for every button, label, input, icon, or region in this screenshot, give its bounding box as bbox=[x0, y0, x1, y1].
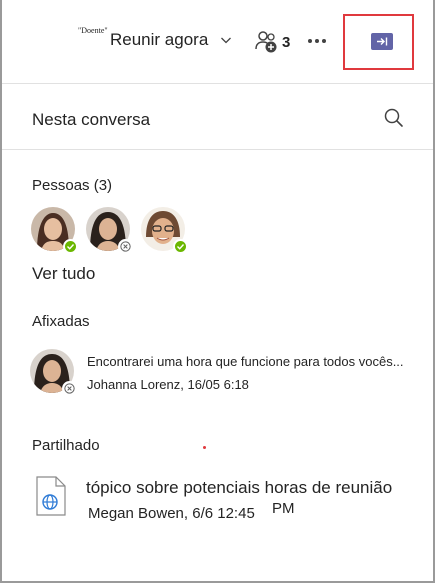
search-button[interactable] bbox=[382, 106, 406, 130]
more-options-button[interactable] bbox=[306, 31, 328, 51]
people-title: Pessoas (3) bbox=[32, 177, 113, 194]
more-icon bbox=[308, 39, 326, 43]
meet-now-button[interactable]: Reunir agora bbox=[110, 28, 232, 52]
view-all-link[interactable]: Ver tudo bbox=[32, 264, 95, 284]
avatar[interactable] bbox=[31, 207, 78, 254]
chevron-down-icon bbox=[221, 37, 232, 44]
web-file-icon bbox=[36, 476, 66, 516]
avatar bbox=[30, 349, 77, 396]
pinned-message-meta: Johanna Lorenz, 16/05 6:18 bbox=[87, 377, 249, 392]
people-add-icon bbox=[255, 31, 277, 53]
status-note: "Doente" bbox=[78, 26, 108, 35]
participants-button[interactable]: 3 bbox=[254, 30, 290, 54]
meet-now-label: Reunir agora bbox=[110, 30, 209, 49]
status-offline-icon bbox=[62, 381, 77, 396]
search-title: Nesta conversa bbox=[32, 110, 151, 129]
shared-file-title: tópico sobre potenciais horas de reunião bbox=[86, 478, 393, 497]
search-icon bbox=[384, 108, 403, 127]
pinned-message-text: Encontrarei uma hora que funcione para t… bbox=[87, 354, 404, 369]
collapse-panel-button[interactable] bbox=[371, 33, 393, 50]
participants-count: 3 bbox=[282, 33, 291, 51]
shared-file[interactable]: tópico sobre potenciais horas de reunião… bbox=[34, 474, 424, 534]
shared-file-meta: Megan Bowen, 6/6 12:45 bbox=[88, 505, 255, 522]
shared-title: Partilhado bbox=[32, 437, 100, 454]
search-row: Nesta conversa bbox=[2, 84, 433, 150]
header: "Doente" Reunir agora 3 bbox=[2, 0, 433, 84]
decorative-dot bbox=[203, 446, 206, 449]
shared-file-meta-suffix: PM bbox=[272, 500, 295, 517]
status-available-icon bbox=[173, 239, 188, 254]
panel-collapse-icon bbox=[377, 37, 388, 46]
avatar[interactable] bbox=[86, 207, 133, 254]
status-available-icon bbox=[63, 239, 78, 254]
avatar[interactable] bbox=[141, 207, 188, 254]
pinned-title: Afixadas bbox=[32, 313, 90, 330]
pinned-message[interactable]: Encontrarei uma hora que funcione para t… bbox=[30, 346, 420, 396]
status-offline-icon bbox=[118, 239, 133, 254]
